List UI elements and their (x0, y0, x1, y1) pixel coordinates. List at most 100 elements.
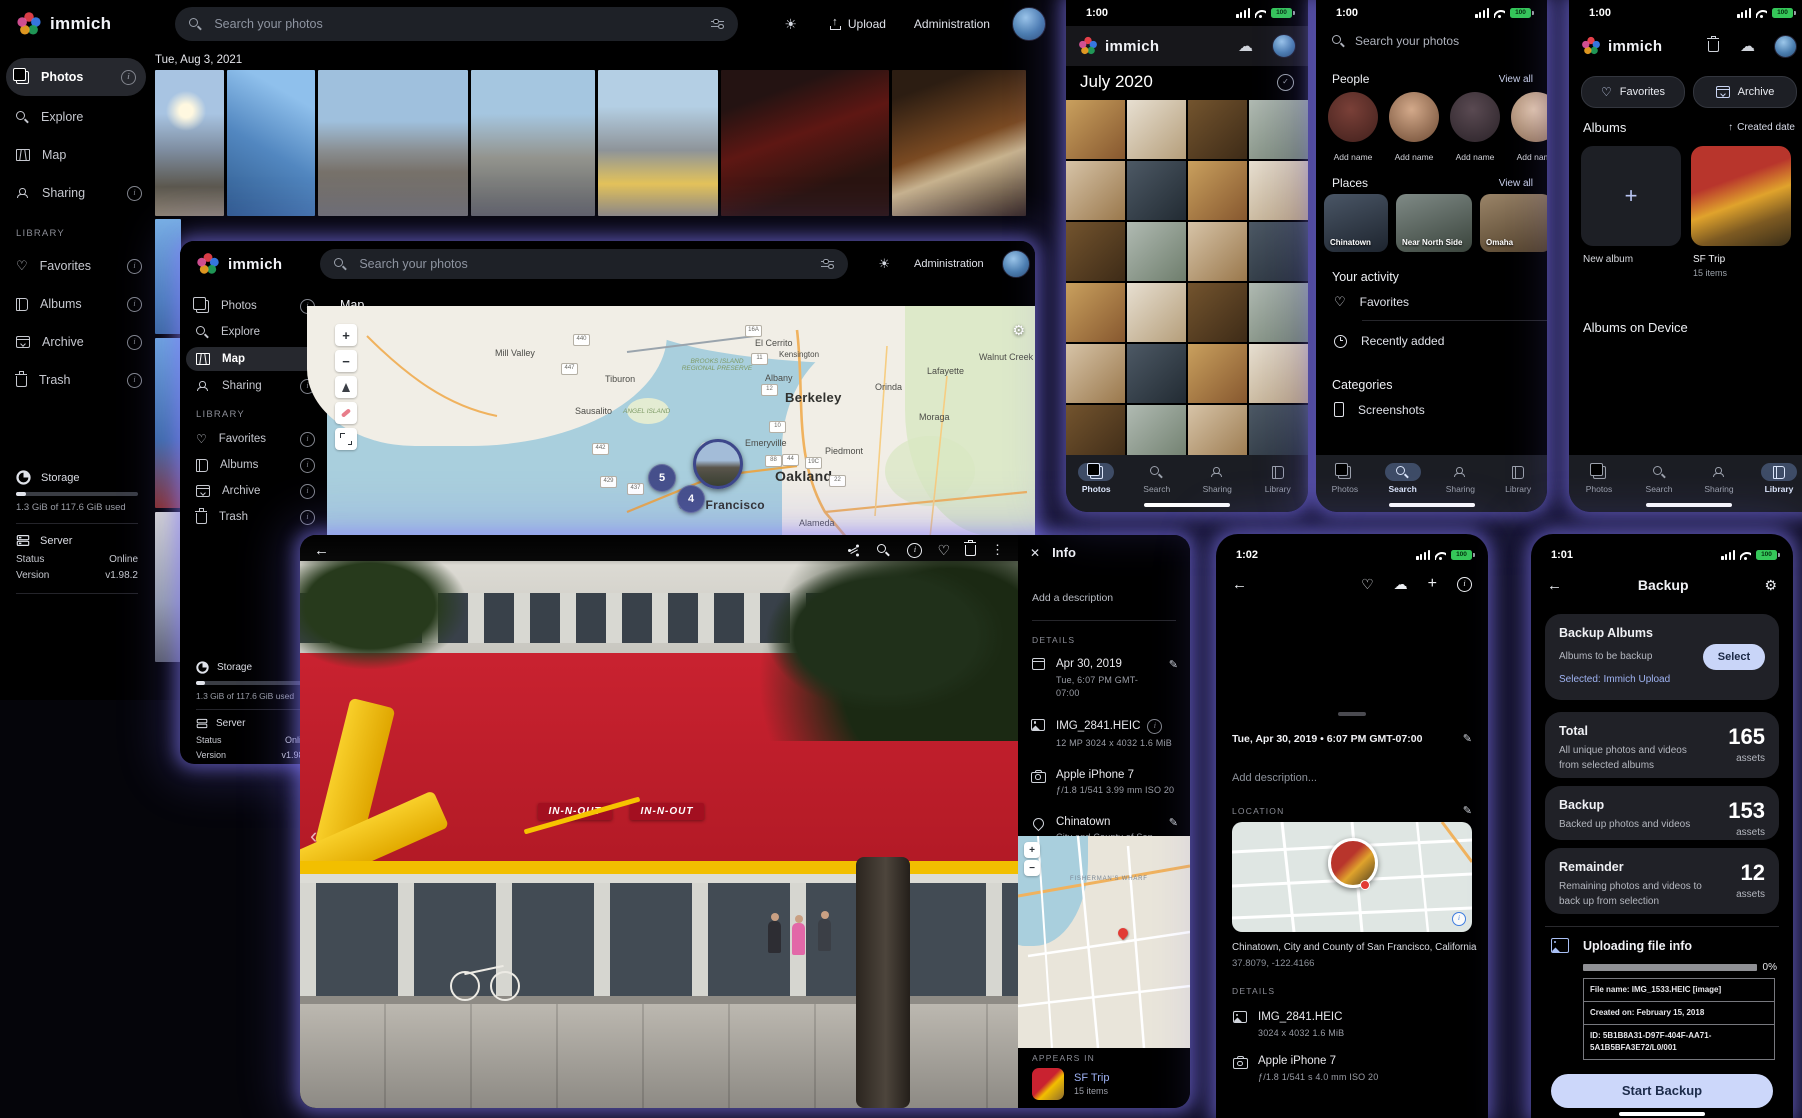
select-all-check-icon[interactable]: ✓ (1277, 74, 1294, 91)
photo-thumbnail[interactable] (1249, 100, 1308, 159)
sidebar-item-albums[interactable]: Albums i (0, 285, 152, 323)
share-icon[interactable] (848, 545, 860, 556)
photo-thumbnail[interactable] (1188, 222, 1247, 281)
info-dot-icon[interactable]: i (127, 335, 142, 350)
search-input[interactable] (212, 16, 701, 32)
user-avatar[interactable] (1272, 34, 1296, 58)
sidebar-item-albums[interactable]: Albumsi (180, 452, 325, 478)
nav-tab-library[interactable]: Library (1749, 463, 1802, 512)
screenshots-row[interactable]: Screenshots (1334, 402, 1533, 417)
place-card[interactable]: Near North Side (1396, 194, 1472, 252)
sidebar-item-archive[interactable]: Archivei (180, 478, 325, 504)
cloud-icon[interactable]: ☁ (1740, 37, 1755, 55)
immich-logo[interactable]: immich (0, 11, 111, 37)
album-name[interactable]: SF Trip (1074, 1072, 1109, 1084)
prev-photo-chevron[interactable]: ‹ (310, 823, 317, 849)
info-icon[interactable]: i (1457, 577, 1472, 592)
photo-thumbnail[interactable] (227, 70, 315, 216)
trash-icon[interactable] (1708, 41, 1719, 52)
favorites-row[interactable]: ♡ Favorites (1334, 294, 1533, 310)
person-item[interactable]: Add name (1387, 92, 1441, 170)
close-icon[interactable]: ✕ (1030, 546, 1040, 560)
info-dot-icon[interactable]: i (121, 70, 136, 85)
sidebar-item-map[interactable]: Map (186, 347, 319, 371)
info-dot-icon[interactable]: i (300, 458, 315, 473)
photo-thumbnail[interactable] (1249, 161, 1308, 220)
sidebar-item-photos[interactable]: Photosi (180, 293, 325, 319)
photo-thumbnail[interactable] (1249, 344, 1308, 403)
add-name-label[interactable]: Add name (1387, 152, 1441, 162)
edit-location-icon[interactable]: ✎ (1463, 804, 1472, 817)
photo-thumbnail[interactable] (1127, 405, 1186, 455)
info-dot-icon[interactable]: i (300, 432, 315, 447)
favorite-heart-icon[interactable]: ♡ (937, 542, 950, 559)
user-avatar[interactable] (1012, 7, 1046, 41)
photo-thumbnail[interactable] (1249, 283, 1308, 342)
edit-date-icon[interactable]: ✎ (1463, 732, 1472, 745)
photo-thumbnail[interactable] (471, 70, 595, 216)
search-row[interactable]: Search your photos (1332, 34, 1531, 48)
add-description-field[interactable]: Add description... (1232, 772, 1317, 784)
sidebar-item-favorites[interactable]: ♡ Favorites i (0, 247, 152, 285)
photo-thumbnail[interactable] (155, 338, 181, 508)
photo-thumbnail[interactable] (1249, 222, 1308, 281)
photo-thumbnail[interactable] (598, 70, 718, 216)
info-dot-icon[interactable]: i (127, 186, 142, 201)
minimap-zoom-out[interactable]: − (1024, 860, 1040, 876)
add-name-label[interactable]: Add name (1326, 152, 1380, 162)
photo-thumbnail[interactable] (1188, 283, 1247, 342)
photo-thumbnail[interactable] (1066, 283, 1125, 342)
map-settings-gear-icon[interactable]: ⚙ (1012, 322, 1025, 339)
theme-toggle-icon[interactable]: ☀ (784, 16, 797, 33)
photo-thumbnail[interactable] (1188, 161, 1247, 220)
info-dot-icon[interactable]: i (127, 373, 142, 388)
person-item[interactable]: Add name (1509, 92, 1547, 170)
compass-button[interactable] (335, 376, 357, 398)
cloud-upload-icon[interactable]: ☁ (1394, 576, 1408, 593)
add-icon[interactable]: + (1428, 575, 1437, 593)
archive-button[interactable]: Archive (1693, 76, 1797, 108)
person-item[interactable]: Add name (1448, 92, 1502, 170)
cluster-marker[interactable]: 4 (677, 485, 705, 513)
photo-map-marker[interactable] (693, 439, 743, 489)
start-backup-button[interactable]: Start Backup (1551, 1074, 1773, 1108)
sidebar-item-explore[interactable]: Explore (0, 98, 152, 136)
sheet-handle[interactable] (1338, 712, 1366, 716)
photo-thumbnail[interactable] (1066, 222, 1125, 281)
add-name-label[interactable]: Add name (1448, 152, 1502, 162)
place-card[interactable]: Chinatown (1324, 194, 1388, 252)
sidebar-item-photos[interactable]: Photos i (6, 58, 146, 96)
search-bar[interactable] (320, 249, 848, 279)
search-input[interactable] (357, 256, 811, 272)
photo-thumbnail[interactable] (1188, 405, 1247, 455)
edit-date-icon[interactable]: ✎ (1169, 658, 1178, 671)
more-options-icon[interactable]: ⋮ (991, 542, 1004, 558)
fullscreen-button[interactable] (335, 428, 357, 450)
album-name[interactable]: SF Trip (1693, 254, 1727, 265)
nav-tab-photos[interactable]: Photos (1316, 463, 1374, 512)
innout-photo[interactable]: IN-N-OUT IN-N-OUT (300, 561, 1018, 1108)
administration-link[interactable]: Administration (914, 258, 984, 270)
favorite-heart-icon[interactable]: ♡ (1361, 576, 1374, 593)
file-info-icon[interactable]: i (1147, 719, 1162, 734)
sidebar-item-trash[interactable]: Trash i (0, 361, 152, 399)
sidebar-item-trash[interactable]: Trashi (180, 504, 325, 530)
people-view-all[interactable]: View all (1499, 74, 1533, 85)
sidebar-item-favorites[interactable]: ♡Favoritesi (180, 426, 325, 452)
photo-thumbnail[interactable] (1066, 344, 1125, 403)
zoom-out-button[interactable]: − (335, 350, 357, 372)
info-minimap[interactable]: FISHERMAN'S WHARF + − (1018, 836, 1190, 1048)
nav-tab-library[interactable]: Library (1248, 463, 1309, 512)
zoom-icon[interactable] (877, 544, 890, 557)
photo-thumbnail[interactable] (155, 219, 181, 334)
sidebar-item-sharing[interactable]: Sharing i (0, 174, 152, 212)
photo-thumbnail[interactable] (1188, 344, 1247, 403)
delete-icon[interactable] (965, 545, 976, 556)
photo-thumbnail[interactable] (721, 70, 889, 216)
minimap-zoom-in[interactable]: + (1024, 842, 1040, 858)
album-link-row[interactable]: SF Trip 15 items (1032, 1068, 1109, 1100)
sidebar-item-sharing[interactable]: Sharingi (180, 373, 325, 399)
nav-tab-photos[interactable]: Photos (1569, 463, 1629, 512)
style-button[interactable] (335, 402, 357, 424)
user-avatar[interactable] (1002, 250, 1030, 278)
